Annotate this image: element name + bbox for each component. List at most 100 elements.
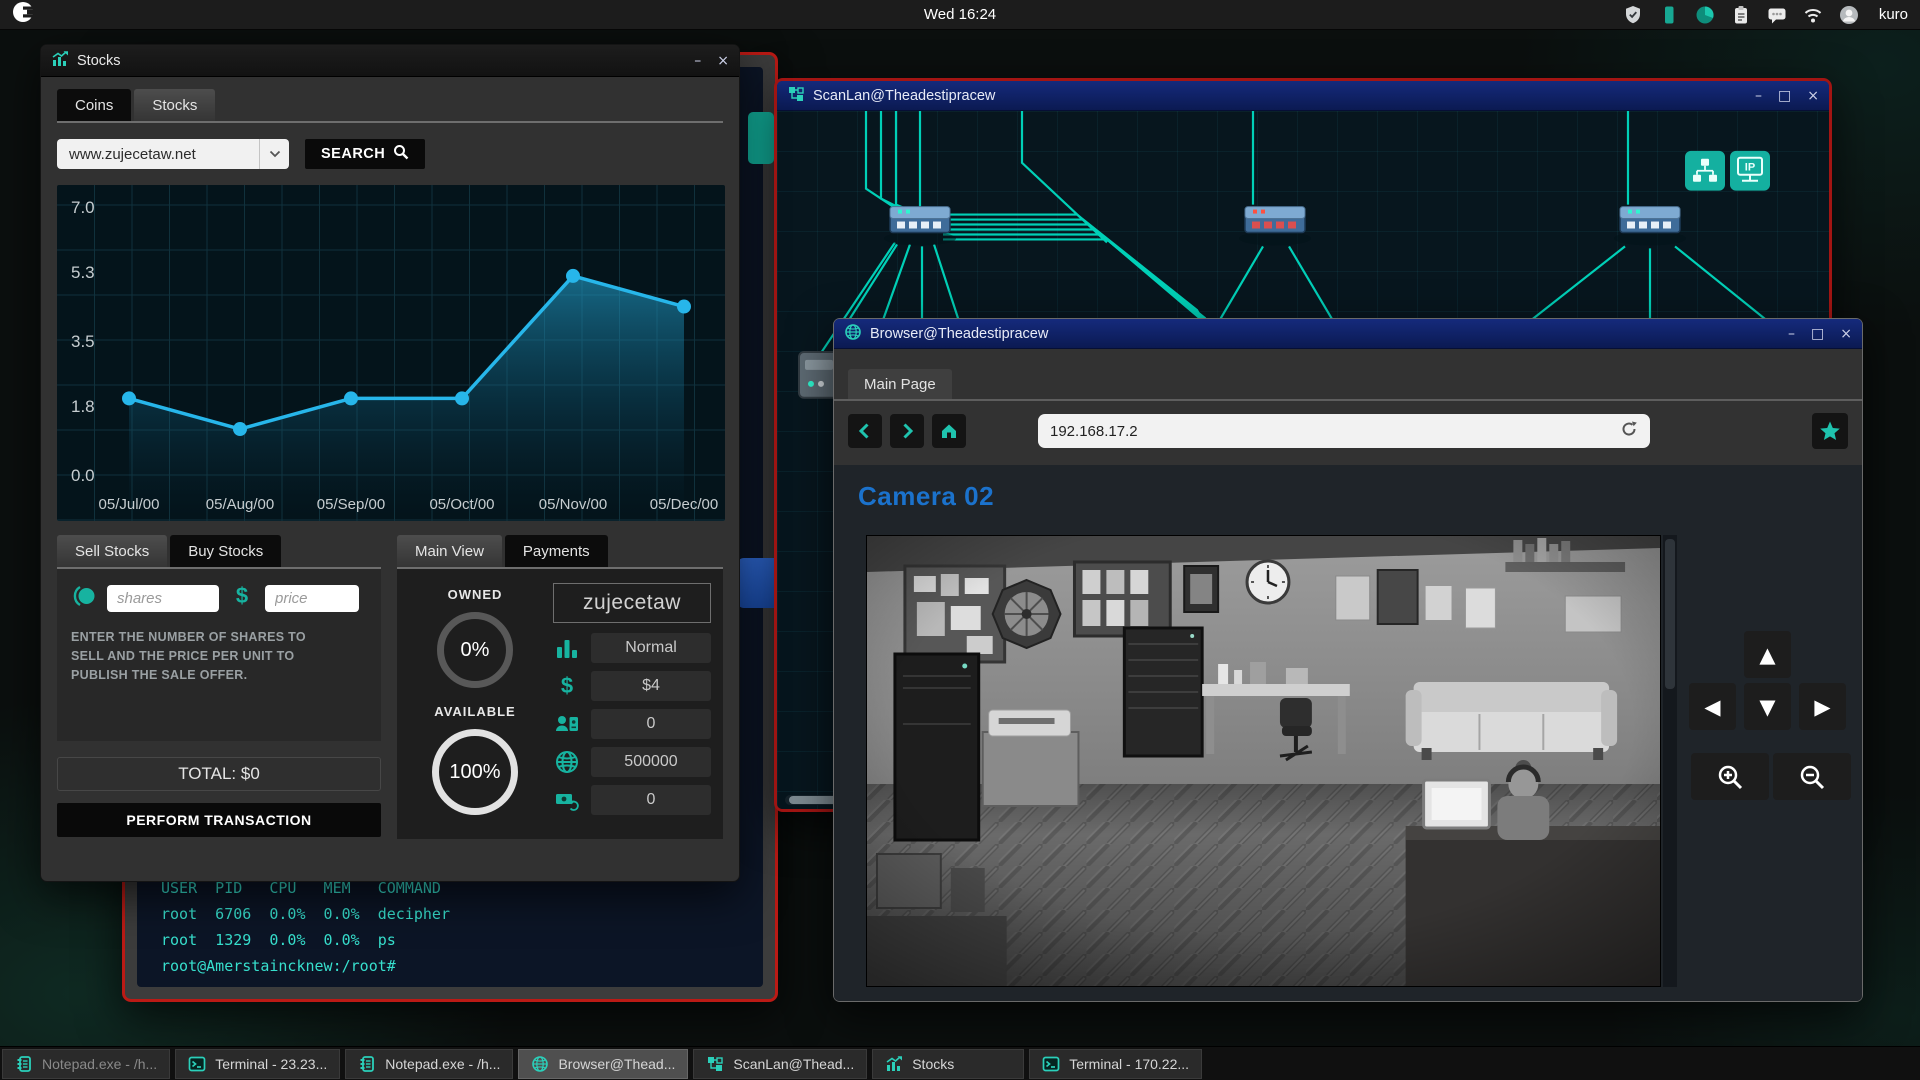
taskbar-item-label: Terminal - 23.23...	[215, 1055, 328, 1072]
taskbar-item-6[interactable]: Terminal - 170.22...	[1029, 1048, 1203, 1079]
camera-pan-right-button[interactable]: ▶	[1799, 683, 1846, 730]
camera-pan-left-button[interactable]: ◀	[1689, 683, 1736, 730]
notepad-icon	[15, 1055, 33, 1073]
tab-coins[interactable]: Coins	[57, 89, 132, 121]
stock-overview-panel: OWNED 0% AVAILABLE 100% zujecetaw Normal…	[397, 569, 723, 839]
scrollbar-thumb[interactable]	[1665, 539, 1675, 689]
network-switch-node[interactable]	[883, 205, 957, 247]
scanlan-titlebar[interactable]: ScanLan@Theadestipracew – □ ×	[777, 81, 1829, 111]
available-label: AVAILABLE	[434, 704, 516, 719]
taskbar-item-label: Terminal - 170.22...	[1069, 1055, 1190, 1072]
taskbar-item-label: ScanLan@Thead...	[733, 1055, 855, 1072]
minimize-button[interactable]: –	[1788, 319, 1795, 349]
stock-stat-value: $4	[591, 671, 711, 701]
network-switch-node[interactable]	[1613, 205, 1687, 247]
svg-text:05/Nov/00: 05/Nov/00	[539, 496, 607, 513]
close-button[interactable]: ×	[1840, 319, 1852, 349]
taskbar-item-label: Notepad.exe - /h...	[42, 1055, 158, 1072]
home-button[interactable]	[932, 414, 966, 448]
divider	[57, 121, 723, 123]
svg-text:05/Oct/00: 05/Oct/00	[429, 496, 494, 513]
svg-text:05/Aug/00: 05/Aug/00	[206, 496, 274, 513]
terminal-line: root 1329 0.0% 0.0% ps	[161, 931, 396, 949]
star-icon	[1820, 421, 1840, 440]
stocks-window[interactable]: Stocks – × Coins Stocks www.zujecetaw.ne…	[40, 44, 740, 882]
search-button-label: SEARCH	[321, 146, 386, 162]
globe-icon	[553, 749, 581, 775]
shares-input[interactable]	[107, 585, 219, 612]
taskbar-item-3[interactable]: Browser@Thead...	[518, 1048, 689, 1079]
reload-icon[interactable]	[1620, 420, 1638, 443]
maximize-button[interactable]: □	[1778, 81, 1791, 111]
stock-stat-row: Normal	[553, 633, 711, 663]
lan-tree-button[interactable]	[1685, 150, 1725, 191]
tab-buy-stocks[interactable]: Buy Stocks	[170, 535, 282, 567]
taskbar-item-0[interactable]: Notepad.exe - /h...	[2, 1048, 171, 1079]
stocks-main-tabs: Coins Stocks	[57, 89, 723, 121]
stocks-titlebar[interactable]: Stocks – ×	[41, 45, 739, 77]
url-bar[interactable]	[1038, 414, 1650, 448]
dollar-icon: $	[229, 583, 255, 614]
vertical-scrollbar[interactable]	[1663, 535, 1677, 987]
taskbar-item-1[interactable]: Terminal - 23.23...	[175, 1048, 341, 1079]
clock: Wed 16:24	[923, 6, 997, 23]
browser-window[interactable]: Browser@Theadestipracew – □ × Main Page	[833, 318, 1863, 1002]
owned-percentage-ring: 0%	[437, 612, 513, 688]
taskbar-item-4[interactable]: ScanLan@Thead...	[693, 1048, 868, 1079]
search-button[interactable]: SEARCH	[305, 139, 426, 169]
price-input[interactable]	[265, 585, 359, 612]
stock-url-dropdown[interactable]: www.zujecetaw.net	[57, 139, 289, 169]
close-button[interactable]: ×	[1807, 81, 1819, 111]
browser-tab-main-page[interactable]: Main Page	[848, 369, 952, 399]
tab-main-view[interactable]: Main View	[397, 535, 502, 567]
tab-stocks[interactable]: Stocks	[134, 89, 216, 121]
terminal-line: root@Amerstaincknew:/root#	[161, 957, 396, 975]
close-button[interactable]: ×	[717, 46, 729, 76]
network-switch-node-alert[interactable]	[1238, 205, 1312, 247]
bar-chart-icon	[553, 635, 581, 661]
camera-zoom-in-button[interactable]	[1691, 753, 1769, 800]
camera-page-heading: Camera 02	[858, 481, 995, 511]
ip-scan-button[interactable]: IP	[1730, 150, 1770, 191]
taskbar-item-label: Stocks	[912, 1055, 955, 1072]
camera-feed	[866, 535, 1661, 987]
minimize-button[interactable]: –	[694, 46, 701, 76]
stock-stat-row: 0	[553, 785, 711, 815]
svg-text:$: $	[236, 583, 248, 608]
taskbar-item-label: Notepad.exe - /h...	[385, 1055, 501, 1072]
browser-titlebar[interactable]: Browser@Theadestipracew – □ ×	[834, 319, 1862, 349]
stock-stat-row: $ $4	[553, 671, 711, 701]
camera-zoom-out-button[interactable]	[1773, 753, 1851, 800]
stock-stat-value: Normal	[591, 633, 711, 663]
owned-label: OWNED	[447, 587, 503, 602]
svg-text:05/Dec/00: 05/Dec/00	[650, 496, 718, 513]
bookmark-button[interactable]	[1812, 413, 1848, 449]
camera-pan-down-button[interactable]: ▼	[1744, 683, 1791, 730]
url-input[interactable]	[1050, 422, 1620, 440]
maximize-button[interactable]: □	[1811, 319, 1824, 349]
tab-payments[interactable]: Payments	[504, 535, 608, 567]
terminal-output[interactable]: USER PID CPU MEM COMMAND root 6706 0.0% 0…	[161, 875, 450, 979]
taskbar-item-2[interactable]: Notepad.exe - /h...	[345, 1048, 514, 1079]
stock-stat-value: 500000	[591, 747, 711, 777]
terminal-icon	[1042, 1055, 1060, 1073]
perform-transaction-button[interactable]: PERFORM TRANSACTION	[57, 803, 381, 837]
svg-text:IP: IP	[1745, 162, 1755, 174]
svg-text:3.5: 3.5	[71, 332, 95, 351]
svg-text:05/Sep/00: 05/Sep/00	[317, 496, 385, 513]
forward-button[interactable]	[890, 414, 924, 448]
overview-tabs: Main View Payments	[397, 535, 723, 567]
arrow-left-icon: ◀	[1704, 694, 1721, 719]
money-sync-icon	[553, 787, 581, 813]
back-button[interactable]	[848, 414, 882, 448]
search-icon	[393, 144, 409, 164]
stocks-icon	[885, 1055, 903, 1073]
minimize-button[interactable]: –	[1755, 81, 1762, 111]
stock-price-chart: 7.0 5.3 3.5 1.8 0.0 05/Jul/00 05/Aug/00 05/Sep/…	[57, 185, 725, 521]
notepad-icon	[358, 1055, 376, 1073]
stocks-icon	[51, 50, 69, 72]
svg-text:$: $	[561, 673, 573, 698]
tab-sell-stocks[interactable]: Sell Stocks	[57, 535, 168, 567]
taskbar-item-5[interactable]: Stocks	[872, 1048, 1025, 1079]
camera-pan-up-button[interactable]: ▲	[1744, 631, 1791, 678]
